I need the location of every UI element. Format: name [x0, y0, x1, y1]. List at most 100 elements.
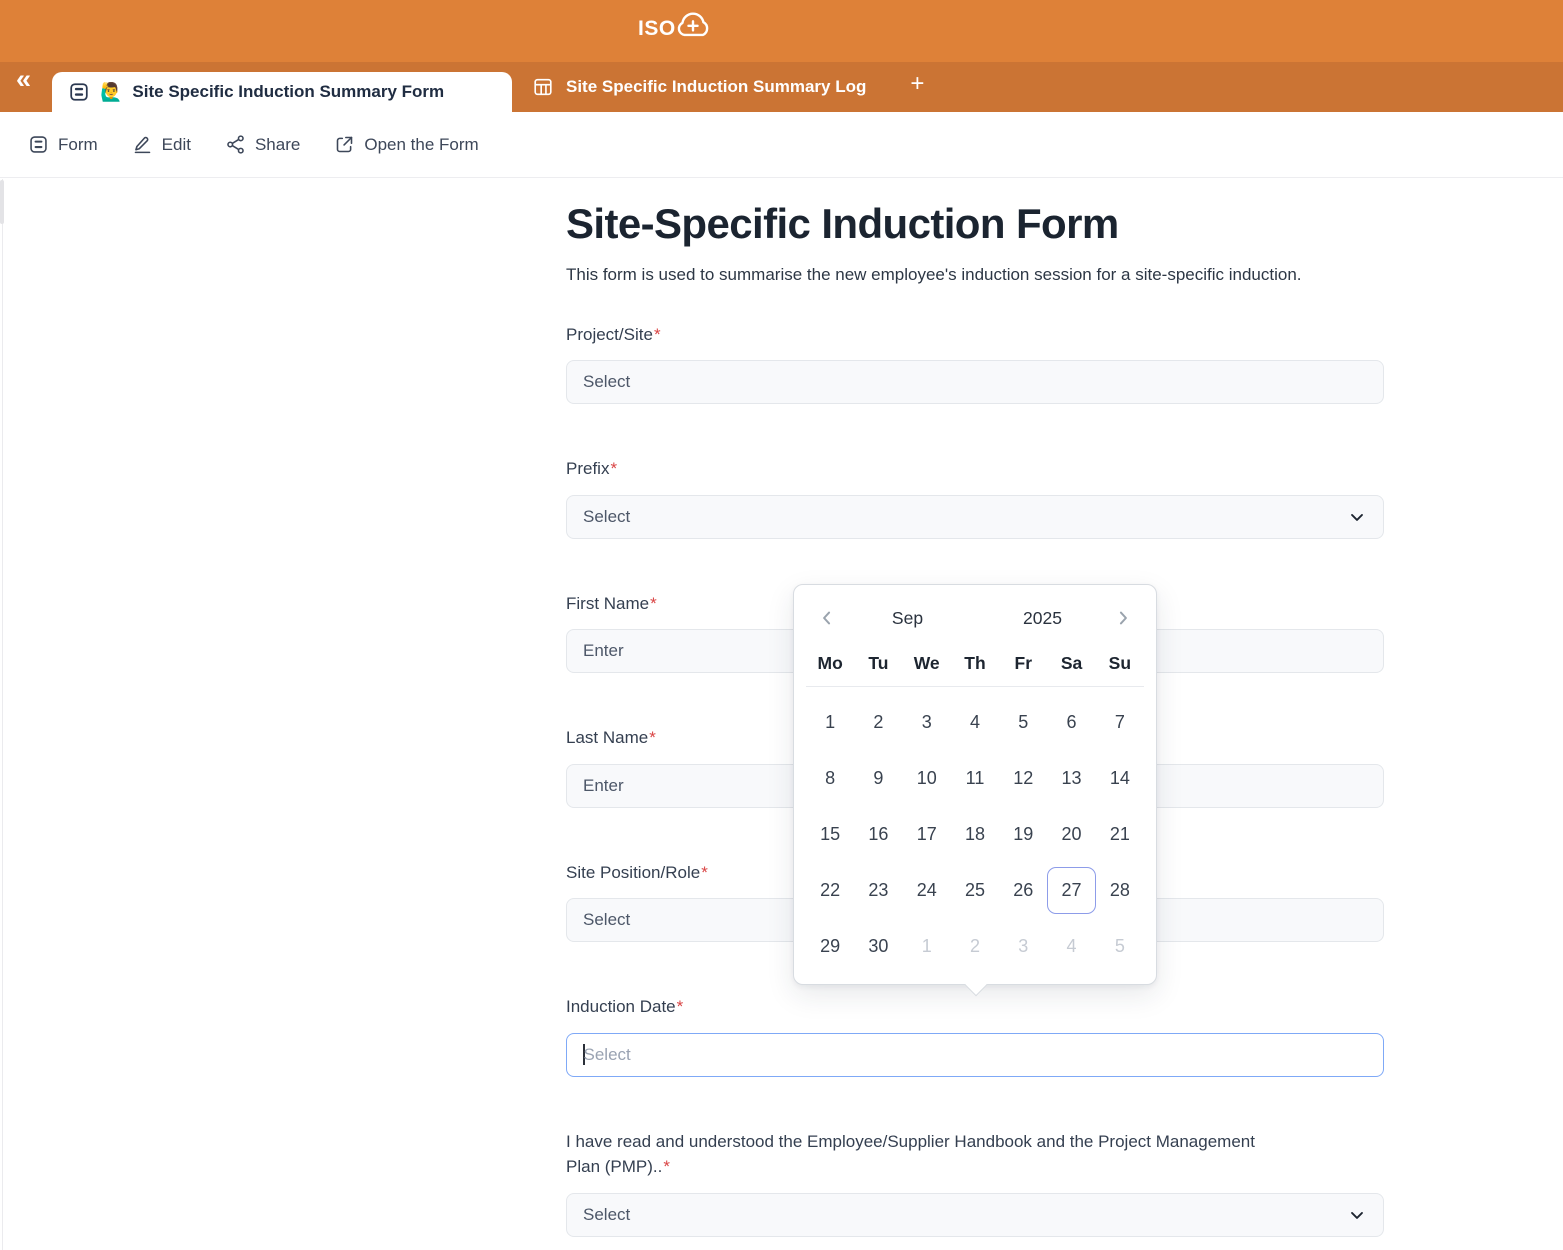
calendar-day[interactable]: 23	[854, 867, 902, 914]
next-month-button[interactable]	[1110, 605, 1136, 631]
field-project-site: Project/Site* Select	[566, 322, 1384, 405]
calendar-day[interactable]: 7	[1096, 699, 1144, 746]
cloud-plus-icon	[673, 8, 713, 42]
field-induction-date: Induction Date* Select	[566, 994, 1384, 1077]
open-form-button[interactable]: Open the Form	[334, 134, 478, 155]
weekday-label: We	[903, 653, 951, 674]
calendar-day[interactable]: 24	[903, 867, 951, 914]
brand-logo-text: ISO	[638, 17, 676, 41]
left-scroll-thumb[interactable]	[0, 180, 4, 224]
calendar-day[interactable]: 4	[951, 699, 999, 746]
calendar-grid: 1234567891011121314151617181920212223242…	[794, 687, 1156, 970]
required-asterisk: *	[610, 459, 617, 478]
calendar-day[interactable]: 1	[806, 699, 854, 746]
field-prefix: Prefix* Select	[566, 456, 1384, 539]
calendar-day[interactable]: 9	[854, 755, 902, 802]
calendar-day[interactable]: 15	[806, 811, 854, 858]
calendar-day[interactable]: 5	[1096, 923, 1144, 970]
field-label: Prefix*	[566, 456, 1384, 482]
placeholder-text: Select	[584, 1045, 631, 1065]
placeholder-text: Select	[583, 910, 630, 930]
form-view-button[interactable]: Form	[28, 134, 98, 155]
chevron-down-icon	[1347, 1205, 1367, 1225]
share-nodes-icon	[225, 134, 246, 155]
date-picker-header: Sep 2025	[794, 585, 1156, 631]
field-label: I have read and understood the Employee/…	[566, 1129, 1256, 1180]
calendar-day[interactable]: 4	[1047, 923, 1095, 970]
form-icon	[28, 134, 49, 155]
tab-induction-summary-log[interactable]: Site Specific Induction Summary Log	[526, 62, 872, 112]
tab-label: Site Specific Induction Summary Log	[566, 77, 866, 97]
person-raising-hand-emoji: 🙋‍♂️	[100, 83, 122, 101]
calendar-day[interactable]: 19	[999, 811, 1047, 858]
share-button[interactable]: Share	[225, 134, 300, 155]
weekday-label: Th	[951, 653, 999, 674]
form-description: This form is used to summarise the new e…	[566, 261, 1306, 289]
calendar-day[interactable]: 11	[951, 755, 999, 802]
chevron-down-icon	[1347, 507, 1367, 527]
calendar-day[interactable]: 6	[1047, 699, 1095, 746]
calendar-day[interactable]: 18	[951, 811, 999, 858]
calendar-day[interactable]: 20	[1047, 811, 1095, 858]
required-asterisk: *	[701, 863, 708, 882]
form-title: Site-Specific Induction Form	[566, 200, 1563, 248]
calendar-day[interactable]: 2	[951, 923, 999, 970]
calendar-day[interactable]: 12	[999, 755, 1047, 802]
previous-month-button[interactable]	[814, 605, 840, 631]
weekday-label: Tu	[854, 653, 902, 674]
calendar-day[interactable]: 17	[903, 811, 951, 858]
calendar-day[interactable]: 28	[1096, 867, 1144, 914]
tab-label: Site Specific Induction Summary Form	[132, 82, 444, 102]
weekday-label: Mo	[806, 653, 854, 674]
table-icon	[532, 76, 554, 98]
form-toolbar: Form Edit Share Open	[0, 112, 1563, 178]
calendar-day[interactable]: 13	[1047, 755, 1095, 802]
calendar-day[interactable]: 3	[999, 923, 1047, 970]
calendar-day[interactable]: 5	[999, 699, 1047, 746]
required-asterisk: *	[654, 325, 661, 344]
calendar-day[interactable]: 29	[806, 923, 854, 970]
calendar-day[interactable]: 8	[806, 755, 854, 802]
form-icon	[68, 81, 90, 103]
required-asterisk: *	[677, 997, 684, 1016]
weekday-label: Fr	[999, 653, 1047, 674]
add-tab-button[interactable]: +	[910, 72, 924, 102]
required-asterisk: *	[663, 1157, 670, 1176]
prefix-select[interactable]: Select	[566, 495, 1384, 539]
calendar-day[interactable]: 30	[854, 923, 902, 970]
calendar-day[interactable]: 2	[854, 699, 902, 746]
calendar-day[interactable]: 25	[951, 867, 999, 914]
placeholder-text: Select	[583, 507, 630, 527]
calendar-day[interactable]: 14	[1096, 755, 1144, 802]
calendar-day[interactable]: 21	[1096, 811, 1144, 858]
calendar-day[interactable]: 26	[999, 867, 1047, 914]
required-asterisk: *	[650, 594, 657, 613]
placeholder-text: Select	[583, 1205, 630, 1225]
calendar-day[interactable]: 27	[1047, 867, 1095, 914]
calendar-day[interactable]: 3	[903, 699, 951, 746]
calendar-day[interactable]: 1	[903, 923, 951, 970]
tab-induction-summary-form[interactable]: 🙋‍♂️ Site Specific Induction Summary For…	[52, 72, 512, 112]
date-picker-popup: Sep 2025 Mo Tu We Th Fr Sa Su 1234567891…	[793, 584, 1157, 985]
handbook-confirmation-select[interactable]: Select	[566, 1193, 1384, 1237]
required-asterisk: *	[649, 728, 656, 747]
placeholder-text: Select	[583, 372, 630, 392]
calendar-day[interactable]: 22	[806, 867, 854, 914]
weekday-header-row: Mo Tu We Th Fr Sa Su	[794, 653, 1156, 674]
calendar-day[interactable]: 16	[854, 811, 902, 858]
field-label: Induction Date*	[566, 994, 1384, 1020]
weekday-label: Sa	[1047, 653, 1095, 674]
form-canvas: Site-Specific Induction Form This form i…	[0, 178, 1563, 1237]
collapse-sidebar-button[interactable]: «	[16, 64, 31, 95]
calendar-day[interactable]: 10	[903, 755, 951, 802]
calendar-month[interactable]: Sep	[840, 608, 975, 629]
edit-pencil-icon	[132, 134, 153, 155]
edit-button[interactable]: Edit	[132, 134, 191, 155]
calendar-year[interactable]: 2025	[975, 608, 1110, 629]
app-window: ISO « 🙋‍♂️ Site Specific Induction Summa…	[0, 0, 1563, 1250]
project-site-select[interactable]: Select	[566, 360, 1384, 404]
induction-date-input[interactable]: Select	[566, 1033, 1384, 1077]
placeholder-text: Enter	[583, 641, 624, 661]
weekday-label: Su	[1096, 653, 1144, 674]
field-label: Project/Site*	[566, 322, 1384, 348]
